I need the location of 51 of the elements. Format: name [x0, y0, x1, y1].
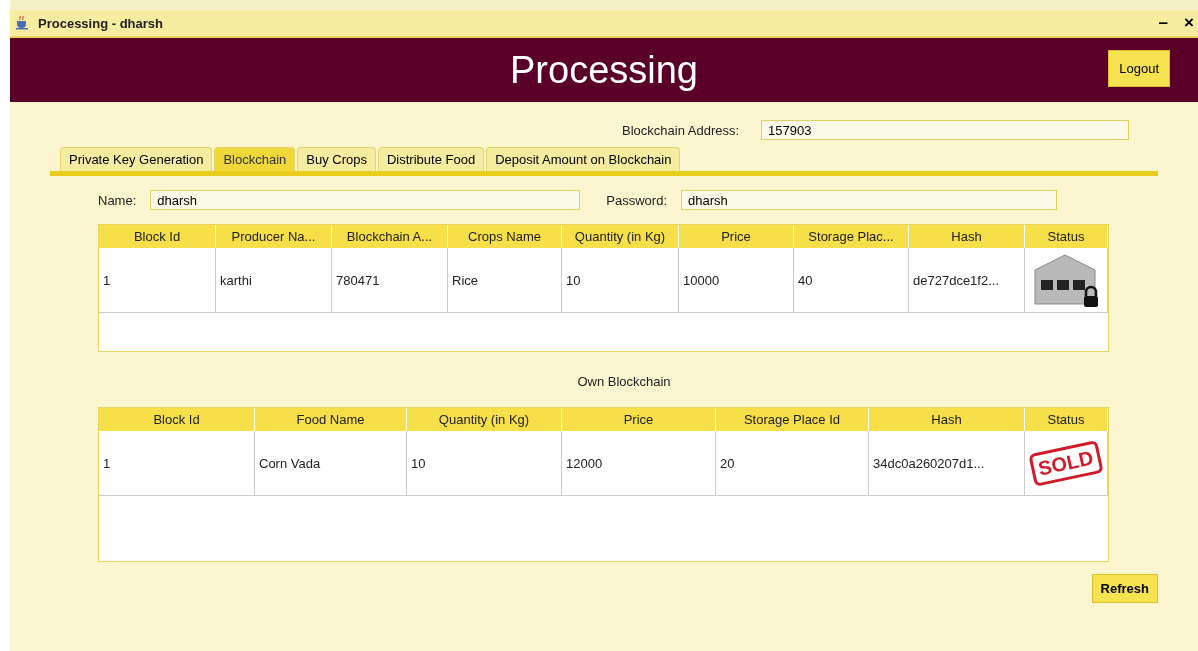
tab[interactable]: Buy Crops: [297, 147, 376, 171]
table-cell: 1: [99, 431, 255, 495]
column-header[interactable]: Blockchain A...: [332, 225, 448, 248]
table-cell: 10000: [679, 248, 794, 312]
column-header[interactable]: Storage Place Id: [716, 408, 869, 431]
column-header[interactable]: Food Name: [255, 408, 407, 431]
window-title: Processing - dharsh: [38, 15, 163, 31]
column-header[interactable]: Price: [679, 225, 794, 248]
close-button[interactable]: ×: [1180, 13, 1198, 33]
table-cell: 10: [562, 248, 679, 312]
column-header[interactable]: Hash: [909, 225, 1025, 248]
column-header[interactable]: Price: [562, 408, 716, 431]
table-cell: 20: [716, 431, 869, 495]
column-header[interactable]: Storage Plac...: [794, 225, 909, 248]
column-header[interactable]: Hash: [869, 408, 1025, 431]
table-cell: de727dce1f2...: [909, 248, 1025, 312]
column-header[interactable]: Quantity (in Kg): [407, 408, 562, 431]
table-cell: Rice: [448, 248, 562, 312]
password-label: Password:: [606, 192, 667, 208]
tab[interactable]: Deposit Amount on Blockchain: [486, 147, 681, 171]
logout-button[interactable]: Logout: [1108, 50, 1170, 87]
sold-stamp: SOLD: [1028, 439, 1104, 487]
table-cell: 40: [794, 248, 909, 312]
column-header[interactable]: Quantity (in Kg): [562, 225, 679, 248]
table-cell: Corn Vada: [255, 431, 407, 495]
table-cell: 12000: [562, 431, 716, 495]
table-cell: 780471: [332, 248, 448, 312]
locked-warehouse-icon: [1033, 252, 1099, 308]
column-header[interactable]: Status: [1025, 225, 1108, 248]
column-header[interactable]: Crops Name: [448, 225, 562, 248]
tab[interactable]: Private Key Generation: [60, 147, 213, 171]
refresh-button[interactable]: Refresh: [1091, 574, 1158, 603]
password-field[interactable]: dharsh: [681, 190, 1057, 210]
coffee-cup-icon: [14, 15, 30, 31]
minimize-button[interactable]: –: [1154, 13, 1173, 33]
address-label: Blockchain Address:: [622, 122, 740, 138]
page-title: Processing: [510, 48, 698, 92]
name-field[interactable]: dharsh: [150, 190, 581, 210]
table-cell: 34dc0a260207d1...: [869, 431, 1025, 495]
column-header[interactable]: Block Id: [99, 225, 216, 248]
table-cell: 1: [99, 248, 216, 312]
column-header[interactable]: Status: [1025, 408, 1108, 431]
tab[interactable]: Blockchain: [214, 147, 296, 171]
name-label: Name:: [98, 192, 137, 208]
table-cell: 10: [407, 431, 562, 495]
table-cell: karthi: [216, 248, 332, 312]
section-title: Own Blockchain: [576, 374, 672, 389]
tab[interactable]: Distribute Food: [378, 147, 485, 171]
address-field[interactable]: 157903: [761, 120, 1130, 140]
column-header[interactable]: Producer Na...: [216, 225, 332, 248]
column-header[interactable]: Block Id: [99, 408, 255, 431]
